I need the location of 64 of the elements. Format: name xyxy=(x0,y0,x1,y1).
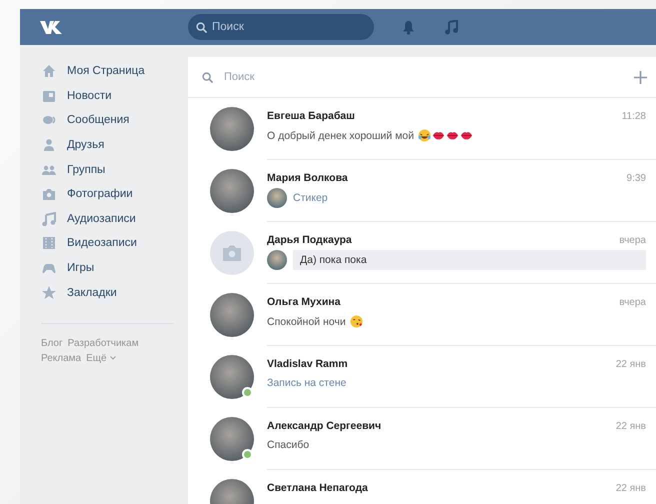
search-field[interactable]: Поиск xyxy=(188,14,374,40)
music-note-icon[interactable] xyxy=(445,20,458,34)
search-icon xyxy=(196,22,207,33)
lips-icon xyxy=(460,129,473,142)
lips-icon xyxy=(446,129,459,142)
sidebar-item[interactable]: Аудиозаписи xyxy=(20,206,188,232)
conversation-row[interactable]: Дарья Подкаура вчера Да) пока пока xyxy=(188,222,656,284)
lips-icon xyxy=(432,129,445,142)
sidebar-item[interactable]: Фотографии xyxy=(20,182,188,207)
sidebar-item[interactable]: Закладки xyxy=(20,280,188,305)
plus-icon xyxy=(634,70,647,84)
avatar-photo-placeholder xyxy=(210,169,254,213)
search-icon xyxy=(202,72,213,82)
sidebar-item[interactable]: Группы xyxy=(20,157,188,182)
message-time: 22 янв xyxy=(616,420,646,432)
contact-name: Мария Волкова xyxy=(267,172,348,184)
music-note-icon xyxy=(42,212,56,226)
conversation-row[interactable]: Ольга Мухина вчера Спокойной ночи xyxy=(188,284,656,346)
laughing-tears-icon xyxy=(418,129,431,142)
avatar-photo-placeholder xyxy=(210,417,254,461)
add-button[interactable] xyxy=(634,70,647,84)
person-icon xyxy=(42,138,56,152)
kissing-face-icon xyxy=(350,315,363,328)
message-preview: О добрый денек хороший мой xyxy=(267,130,414,142)
avatar-photo-placeholder xyxy=(210,293,254,337)
sidebar-item[interactable]: Игры xyxy=(20,256,188,280)
caret-icon xyxy=(110,356,116,360)
sidebar-item[interactable]: Видеозаписи xyxy=(20,231,188,256)
camera-icon xyxy=(222,245,242,261)
contact-name: Дарья Подкаура xyxy=(267,234,352,246)
message-time: 11:28 xyxy=(622,110,646,122)
avatar-photo-placeholder xyxy=(210,107,254,151)
conversation-row[interactable]: Vladislav Ramm 22 янв Запись на стене xyxy=(188,346,656,408)
conversation-row[interactable]: Светлана Непагода 22 янв xyxy=(188,470,656,504)
contact-name: Ольга Мухина xyxy=(267,296,340,308)
message-time: вчера xyxy=(619,296,646,308)
message-preview: Спокойной ночи xyxy=(267,316,346,328)
sidebar-item[interactable]: Моя Страница xyxy=(20,59,188,84)
film-icon xyxy=(42,236,56,250)
home-icon xyxy=(42,64,56,78)
message-preview: Да) пока пока xyxy=(300,254,367,266)
camera-icon xyxy=(42,187,56,202)
contact-name: Александр Сергеевич xyxy=(267,420,382,432)
message-preview: Спасибо xyxy=(267,439,310,451)
conversation-row[interactable]: Евгеша Барабаш 11:28 О добрый денек хороший мой xyxy=(188,98,656,160)
contact-name: Светлана Непагода xyxy=(267,482,368,494)
message-time: 9:39 xyxy=(626,172,646,184)
conversation-row[interactable]: Александр Сергеевич 22 янв Спасибо xyxy=(188,408,656,470)
sidebar-item[interactable]: Друзья xyxy=(20,132,188,158)
newspaper-icon xyxy=(42,88,56,103)
conversation-row[interactable]: Мария Волкова 9:39 Стикер xyxy=(188,160,656,222)
message-time: 22 янв xyxy=(616,358,646,370)
message-time: 22 янв xyxy=(616,482,646,494)
avatar-photo-placeholder xyxy=(210,355,254,399)
contact-name: Евгеша Барабаш xyxy=(267,110,355,122)
bell-icon[interactable] xyxy=(402,20,415,34)
message-time: вчера xyxy=(619,234,646,246)
message-preview: Запись на стене xyxy=(267,377,346,389)
contact-name: Vladislav Ramm xyxy=(267,358,348,370)
message-preview: Стикер xyxy=(293,192,328,204)
sidebar-item[interactable]: Новости xyxy=(20,84,188,108)
star-icon xyxy=(42,286,56,300)
gamepad-icon xyxy=(42,261,56,276)
sidebar-item[interactable]: Сообщения xyxy=(20,108,188,133)
